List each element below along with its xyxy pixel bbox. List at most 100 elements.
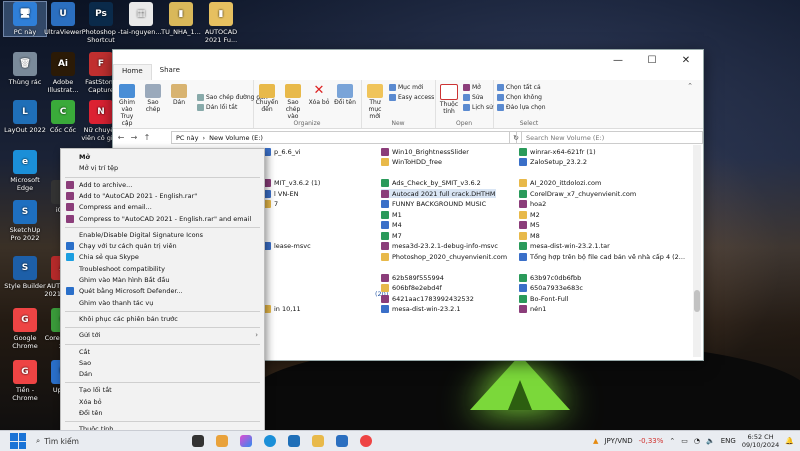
address-bar[interactable]: PC này › New Volume (E:): [171, 131, 517, 144]
desktop-icon[interactable]: S Style Builder: [4, 256, 46, 290]
file-explorer-icon[interactable]: [312, 435, 324, 447]
context-menu-item[interactable]: Mở vị trí tệp: [61, 163, 264, 173]
context-menu-item[interactable]: Chạy với tư cách quản trị viên: [61, 241, 264, 251]
desktop-icon[interactable]: Ai Adobe Illustrat...: [42, 52, 84, 94]
context-menu-item[interactable]: Xóa bỏ: [61, 397, 264, 407]
volume-icon[interactable]: 🔈: [706, 437, 715, 445]
context-menu-item[interactable]: Add to "AutoCAD 2021 - English.rar": [61, 191, 264, 201]
file-row[interactable]: 62b589f555994: [381, 273, 444, 282]
file-row[interactable]: MIT_v3.6.2 (1): [263, 179, 320, 188]
file-row[interactable]: 6421aac1783992432532: [381, 294, 474, 303]
file-row[interactable]: Bo-Font-Full: [519, 294, 569, 303]
file-list-scrollbar[interactable]: [693, 145, 701, 357]
context-menu-item[interactable]: Troubleshoot compatibility: [61, 264, 264, 274]
battery-icon[interactable]: ▭: [681, 437, 688, 445]
breadcrumb-pc[interactable]: PC này: [176, 134, 198, 142]
file-row[interactable]: ZaloSetup_23.2.2: [519, 158, 587, 167]
select-none-button[interactable]: Chọn không: [497, 94, 542, 101]
file-row[interactable]: Autocad 2021 full crack.DHTHM: [381, 189, 496, 198]
currency-label[interactable]: JPY/VND: [604, 437, 632, 445]
context-menu-item[interactable]: Ghim vào Màn hình Bắt đầu: [61, 275, 264, 285]
file-row[interactable]: winrar-x64-621fr (1): [519, 147, 596, 156]
context-menu-item[interactable]: Tạo lối tắt: [61, 385, 264, 395]
file-row[interactable]: M1: [381, 210, 402, 219]
open-button[interactable]: Mở: [463, 84, 481, 91]
context-menu-item[interactable]: Quét bằng Microsoft Defender...: [61, 286, 264, 296]
forward-icon[interactable]: →: [129, 133, 139, 142]
file-row[interactable]: CorelDraw_x7_chuyenvienit.com: [519, 189, 636, 198]
file-row[interactable]: p_6.6_vi: [263, 147, 301, 156]
clock[interactable]: 6:52 CH 09/10/2024: [742, 433, 779, 449]
desktop-icon[interactable]: U UltraViewer: [42, 2, 84, 36]
file-row[interactable]: mesa3d-23.2.1-debug-info-msvc: [381, 242, 498, 251]
close-icon[interactable]: ✕: [669, 50, 703, 70]
file-row[interactable]: 63b97c0db6fbb: [519, 273, 581, 282]
windows-start-icon[interactable]: [10, 433, 26, 449]
desktop-icon[interactable]: Ps Photoshop - Shortcut: [80, 2, 122, 44]
delete-button[interactable]: ✕ Xóa bỏ: [307, 84, 331, 107]
language-indicator[interactable]: ENG: [721, 437, 736, 445]
context-menu-item[interactable]: Compress and email...: [61, 202, 264, 212]
properties-button[interactable]: Thuộc tính: [437, 84, 461, 115]
context-menu-item[interactable]: Sao: [61, 358, 264, 368]
desktop-icon[interactable]: S SketchUp Pro 2022: [4, 200, 46, 242]
tab-share[interactable]: Share: [152, 64, 188, 80]
copy-to-button[interactable]: Sao chép vào: [281, 84, 305, 120]
desktop-icon[interactable]: e Microsoft Edge: [4, 150, 46, 192]
file-row[interactable]: 650a7933e683c: [519, 284, 583, 293]
easy-access-button[interactable]: Easy access: [389, 94, 434, 101]
file-row[interactable]: Photoshop_2020_chuyenvienit.com: [381, 252, 507, 261]
context-menu-item[interactable]: Mở: [61, 152, 264, 162]
mail-icon[interactable]: [288, 435, 300, 447]
show-hidden-icons-icon[interactable]: ⌃: [669, 437, 675, 445]
context-menu-item[interactable]: Khôi phục các phiên bản trước: [61, 314, 264, 324]
notifications-icon[interactable]: 🔔: [785, 437, 794, 445]
new-item-button[interactable]: Mục mới: [389, 84, 423, 91]
context-menu-item[interactable]: Add to archive...: [61, 180, 264, 190]
desktop-icon[interactable]: G Google Chrome: [4, 308, 46, 350]
network-icon[interactable]: ◔: [694, 437, 700, 445]
scrollbar-thumb[interactable]: [694, 290, 700, 312]
up-icon[interactable]: ↑: [142, 133, 152, 142]
widgets-icon[interactable]: [216, 435, 228, 447]
desktop-icon[interactable]: ▮ TU_NHA_1...: [160, 2, 202, 36]
pin-quick-access-button[interactable]: Ghim vào Truy cập: [115, 84, 139, 127]
maximize-icon[interactable]: ☐: [635, 50, 669, 70]
desktop-icon[interactable]: ▦ tai-nguyen...: [120, 2, 162, 36]
chrome-icon[interactable]: [360, 435, 372, 447]
file-row[interactable]: FUNNY BACKGROUND MUSIC: [381, 200, 486, 209]
file-row[interactable]: AI_2020_ittdolozi.com: [519, 179, 601, 188]
copilot-icon[interactable]: [240, 435, 252, 447]
file-row[interactable]: M2: [519, 210, 540, 219]
desktop-icon[interactable]: 🖥 PC này: [3, 1, 47, 37]
breadcrumb-volume[interactable]: New Volume (E:): [209, 134, 263, 142]
context-menu-item[interactable]: Chia sẻ qua Skype: [61, 252, 264, 262]
search-input[interactable]: Search New Volume (E:): [521, 131, 703, 144]
tab-home[interactable]: Home: [113, 64, 152, 80]
history-button[interactable]: Lịch sử: [463, 104, 493, 111]
file-row[interactable]: M5: [519, 221, 540, 230]
file-row[interactable]: Tổng hợp trên bộ file cad bản vẽ nhà cấp…: [519, 252, 685, 261]
taskbar-search[interactable]: ⌕ Tìm kiếm: [36, 436, 186, 446]
back-icon[interactable]: ←: [116, 133, 126, 142]
context-menu-item[interactable]: Enable/Disable Digital Signature Icons: [61, 230, 264, 240]
context-menu-item[interactable]: Ghim vào thanh tác vụ: [61, 298, 264, 308]
select-all-button[interactable]: Chọn tất cả: [497, 84, 541, 91]
edge-icon[interactable]: [264, 435, 276, 447]
new-folder-button[interactable]: Thư mục mới: [363, 84, 387, 120]
invert-selection-button[interactable]: Đảo lựa chọn: [497, 104, 546, 111]
file-row[interactable]: in 10,11: [263, 305, 301, 314]
file-row[interactable]: mesa-dist-win-23.2.1: [381, 305, 461, 314]
context-menu-item[interactable]: Đổi tên: [61, 408, 264, 418]
copy-button[interactable]: Sao chép: [141, 84, 165, 113]
file-row[interactable]: l VN-EN: [263, 189, 299, 198]
paste-button[interactable]: Dán: [167, 84, 191, 106]
task-view-icon[interactable]: [192, 435, 204, 447]
paste-shortcut-button[interactable]: Dán lối tắt: [197, 104, 237, 111]
file-row[interactable]: M7: [381, 231, 402, 240]
file-row[interactable]: Ads_Check_by_SMIT_v3.6.2: [381, 179, 481, 188]
file-row[interactable]: lease-msvc: [263, 242, 311, 251]
file-row[interactable]: 606bf8e2ebd4f: [381, 284, 442, 293]
desktop-icon[interactable]: 🗑 Thùng rác: [4, 52, 46, 86]
file-row[interactable]: WinToHDD_free: [381, 158, 442, 167]
